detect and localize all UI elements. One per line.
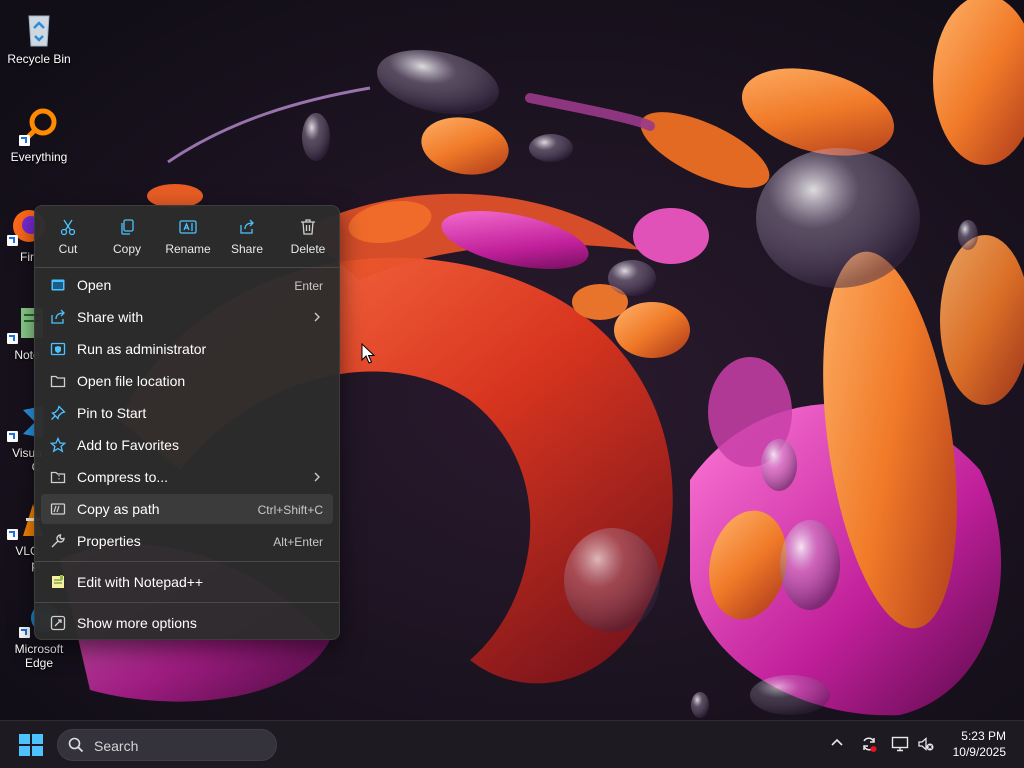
folder-icon bbox=[50, 375, 66, 388]
shortcut-arrow-icon bbox=[7, 529, 18, 540]
menu-item-label: Run as administrator bbox=[77, 341, 207, 357]
menu-item-label: Copy as path bbox=[77, 501, 160, 517]
volume-muted-icon[interactable] bbox=[917, 735, 935, 753]
menu-item-open[interactable]: Open Enter bbox=[41, 270, 333, 300]
scissors-icon bbox=[60, 219, 76, 236]
menu-item-open-file-location[interactable]: Open file location bbox=[41, 366, 333, 396]
desktop-icon-label: Everything bbox=[10, 150, 68, 164]
share-button[interactable]: Share bbox=[219, 214, 275, 260]
rename-label: Rename bbox=[165, 242, 211, 256]
shortcut-arrow-icon bbox=[7, 431, 18, 442]
share-label: Share bbox=[230, 242, 264, 256]
menu-item-run-as-admin[interactable]: Run as administrator bbox=[41, 334, 333, 364]
delete-label: Delete bbox=[290, 242, 326, 256]
trash-icon bbox=[301, 219, 315, 235]
menu-item-add-to-favorites[interactable]: Add to Favorites bbox=[41, 430, 333, 460]
sync-icon[interactable] bbox=[860, 735, 878, 753]
menu-item-show-more-options[interactable]: Show more options bbox=[41, 608, 333, 638]
clock-time: 5:23 PM bbox=[961, 729, 1006, 743]
menu-item-label: Pin to Start bbox=[77, 405, 147, 421]
menu-item-label: Compress to... bbox=[77, 469, 169, 485]
menu-item-compress-to[interactable]: Compress to... bbox=[41, 462, 333, 492]
menu-item-label: Add to Favorites bbox=[77, 437, 179, 453]
search-icon bbox=[68, 737, 84, 753]
desktop-icon-recycle-bin[interactable]: Recycle Bin bbox=[1, 8, 77, 66]
more-options-icon bbox=[50, 615, 66, 631]
menu-item-share-with[interactable]: Share with bbox=[41, 302, 333, 332]
network-icon[interactable] bbox=[891, 735, 909, 753]
chevron-right-icon bbox=[314, 312, 320, 322]
quick-actions-bar: Cut Copy Rename Share Delete bbox=[35, 206, 339, 264]
menu-separator bbox=[35, 561, 339, 562]
pin-icon bbox=[51, 405, 66, 420]
taskbar: Search 5:23 PM 10/9/2025 bbox=[0, 720, 1024, 768]
clock-date: 10/9/2025 bbox=[952, 745, 1006, 759]
context-menu: Cut Copy Rename Share Delete Open Enter … bbox=[34, 205, 340, 640]
share-icon bbox=[240, 219, 254, 234]
copy-label: Copy bbox=[112, 242, 141, 256]
menu-item-label: Open file location bbox=[77, 373, 186, 389]
share-with-icon bbox=[51, 309, 65, 324]
menu-separator bbox=[35, 602, 339, 603]
star-icon bbox=[50, 437, 66, 453]
archive-icon bbox=[50, 471, 66, 484]
mouse-pointer-icon bbox=[361, 343, 375, 364]
window-icon bbox=[51, 279, 65, 291]
admin-shield-icon bbox=[50, 342, 66, 356]
everything-search-icon bbox=[19, 106, 59, 146]
desktop-icon-label: Recycle Bin bbox=[7, 52, 71, 66]
shortcut-arrow-icon bbox=[7, 235, 18, 246]
wrench-icon bbox=[51, 534, 65, 548]
menu-item-properties[interactable]: Properties Alt+Enter bbox=[41, 526, 333, 556]
menu-separator bbox=[35, 267, 339, 268]
shortcut-text: Enter bbox=[294, 279, 323, 293]
windows-start-icon[interactable] bbox=[18, 733, 44, 757]
copy-icon bbox=[121, 219, 134, 235]
shortcut-arrow-icon bbox=[7, 333, 18, 344]
menu-item-label: Open bbox=[77, 277, 112, 293]
recycle-bin-icon bbox=[19, 8, 59, 48]
desktop-icon-label: Microsoft bbox=[14, 642, 64, 656]
path-icon bbox=[50, 503, 66, 515]
shortcut-arrow-icon bbox=[19, 135, 30, 146]
copy-button[interactable]: Copy bbox=[99, 214, 155, 260]
menu-item-copy-as-path[interactable]: Copy as path Ctrl+Shift+C bbox=[41, 494, 333, 524]
menu-item-label: Edit with Notepad++ bbox=[77, 574, 204, 590]
desktop-icon-everything[interactable]: Everything bbox=[1, 106, 77, 164]
cut-label: Cut bbox=[58, 242, 78, 256]
shortcut-arrow-icon bbox=[19, 627, 30, 638]
menu-item-label: Share with bbox=[77, 309, 144, 325]
delete-button[interactable]: Delete bbox=[280, 214, 336, 260]
taskbar-search-box[interactable]: Search bbox=[57, 729, 277, 761]
notepadpp-icon bbox=[52, 575, 64, 588]
menu-item-label: Properties bbox=[77, 533, 141, 549]
menu-item-edit-with-notepadpp[interactable]: Edit with Notepad++ bbox=[41, 567, 333, 597]
search-placeholder: Search bbox=[94, 738, 139, 754]
chevron-up-icon[interactable] bbox=[829, 735, 845, 751]
rename-icon bbox=[179, 220, 197, 234]
menu-item-pin-to-start[interactable]: Pin to Start bbox=[41, 398, 333, 428]
shortcut-text: Alt+Enter bbox=[273, 535, 323, 549]
rename-button[interactable]: Rename bbox=[160, 214, 216, 260]
shortcut-text: Ctrl+Shift+C bbox=[257, 503, 323, 517]
desktop-icon-label-line2: Edge bbox=[24, 656, 54, 670]
menu-item-label: Show more options bbox=[77, 615, 197, 631]
chevron-right-icon bbox=[314, 472, 320, 482]
cut-button[interactable]: Cut bbox=[40, 214, 96, 260]
system-clock[interactable]: 5:23 PM 10/9/2025 bbox=[953, 728, 1006, 760]
